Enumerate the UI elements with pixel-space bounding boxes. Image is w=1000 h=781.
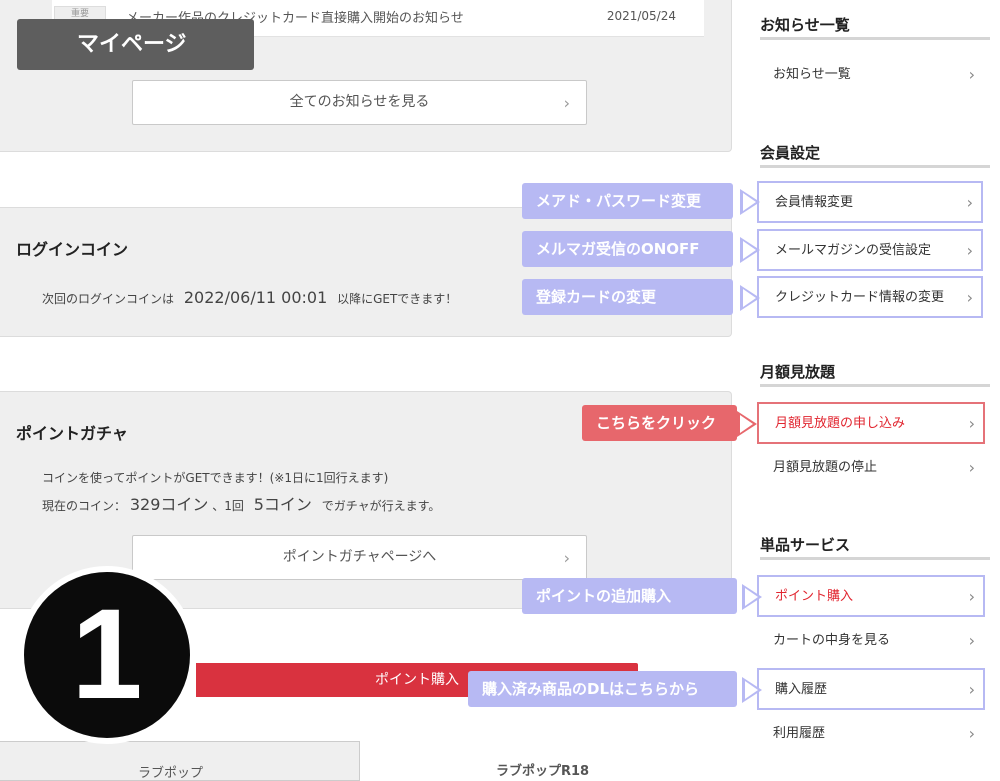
chevron-right-icon: › [968, 680, 975, 699]
mypage-banner: マイページ [17, 19, 254, 70]
chevron-right-icon: › [966, 288, 973, 307]
sidebar-item-news-list[interactable]: お知らせ一覧 › [757, 55, 983, 97]
callout-click-here: こちらをクリック [582, 405, 737, 441]
news-item-date: 2021/05/24 [606, 9, 676, 23]
chevron-right-icon: › [966, 241, 973, 260]
login-coin-info: 次回のログインコインは 2022/06/11 00:01 以降にGETできます！ [42, 288, 457, 307]
sidebar-item-label: お知らせ一覧 [773, 67, 851, 82]
sidebar-item-label: ポイント購入 [775, 589, 854, 604]
chevron-right-icon: › [563, 548, 570, 567]
gacha-coin-info: 現在のコイン： 329コイン 、1回 5コイン でガチャが行えます。 [42, 491, 440, 515]
gacha-description: コインを使ってポイントがGETできます！(※1日に1回行えます) [42, 471, 389, 485]
chevron-right-icon: › [968, 724, 975, 743]
callout-newsletter: メルマガ受信のONOFF [522, 231, 733, 267]
sidebar-item-label: クレジットカード情報の変更 [775, 290, 945, 305]
sidebar-item-newsletter[interactable]: メールマガジンの受信設定 › [757, 229, 983, 271]
sidebar-item-credit-card[interactable]: クレジットカード情報の変更 › [757, 276, 983, 318]
gacha-page-label: ポイントガチャページへ [282, 549, 437, 565]
login-coin-suffix: 以降にGETできます！ [337, 292, 458, 306]
sidebar-item-label: カートの中身を見る [773, 633, 891, 648]
chevron-right-icon: › [563, 93, 570, 112]
callout-arrow-icon [742, 584, 762, 610]
chevron-right-icon: › [968, 458, 975, 477]
sidebar-heading-single: 単品サービス [760, 534, 990, 560]
login-coin-panel: ログインコイン 次回のログインコインは 2022/06/11 00:01 以降に… [0, 207, 732, 337]
callout-arrow-icon [742, 677, 762, 703]
callout-email-password: メアド・パスワード変更 [522, 183, 733, 219]
all-news-label: 全てのお知らせを見る [289, 94, 430, 110]
sidebar-item-usage-history[interactable]: 利用履歴 › [757, 714, 983, 756]
callout-add-points: ポイントの追加購入 [522, 578, 737, 614]
sidebar-item-label: 購入履歴 [775, 682, 828, 697]
sidebar-item-point-purchase[interactable]: ポイント購入 › [757, 575, 985, 617]
step-number: 1 [71, 583, 143, 726]
tab-lovepop[interactable]: ラブポップ [0, 741, 360, 781]
callout-arrow-icon [737, 411, 757, 437]
coin-balance: 329コイン [129, 495, 209, 514]
chevron-right-icon: › [968, 65, 975, 84]
chevron-right-icon: › [968, 587, 975, 606]
chevron-right-icon: › [968, 414, 975, 433]
sidebar-item-member-info[interactable]: 会員情報変更 › [757, 181, 983, 223]
sidebar-item-label: 利用履歴 [773, 726, 826, 741]
login-coin-datetime: 2022/06/11 00:01 [183, 288, 328, 307]
sidebar-item-label: 月額見放題の申し込み [775, 416, 906, 431]
all-news-button[interactable]: 全てのお知らせを見る › [132, 80, 587, 125]
sidebar-item-label: 会員情報変更 [775, 195, 854, 210]
coin-suffix: でガチャが行えます。 [321, 499, 441, 513]
callout-arrow-icon [740, 237, 760, 263]
login-coin-title: ログインコイン [16, 240, 129, 259]
login-coin-prefix: 次回のログインコインは [42, 292, 175, 306]
sidebar-heading-news: お知らせ一覧 [760, 14, 990, 40]
coin-prefix: 現在のコイン： [42, 499, 127, 513]
sidebar-item-monthly-stop[interactable]: 月額見放題の停止 › [757, 448, 983, 490]
coin-cost: 5コイン [253, 495, 312, 514]
coin-separator: 、1回 [212, 499, 244, 513]
step-number-badge: 1 [18, 566, 196, 744]
tab-lovepop-label: ラブポップ [138, 766, 204, 781]
sidebar-item-label: メールマガジンの受信設定 [775, 243, 932, 258]
chevron-right-icon: › [968, 631, 975, 650]
callout-arrow-icon [740, 285, 760, 311]
gacha-page-button[interactable]: ポイントガチャページへ › [132, 535, 587, 580]
sidebar-heading-monthly: 月額見放題 [760, 361, 990, 387]
sidebar-item-cart[interactable]: カートの中身を見る › [757, 621, 983, 663]
sidebar-item-label: 月額見放題の停止 [773, 460, 878, 475]
sidebar-heading-member: 会員設定 [760, 142, 990, 168]
callout-card: 登録カードの変更 [522, 279, 733, 315]
callout-arrow-icon [740, 189, 760, 215]
tab-lovepop-r18[interactable]: ラブポップR18 [496, 760, 589, 779]
sidebar-item-monthly-subscribe[interactable]: 月額見放題の申し込み › [757, 402, 985, 444]
sidebar-item-purchase-history[interactable]: 購入履歴 › [757, 668, 985, 710]
callout-downloads: 購入済み商品のDLはこちらから [468, 671, 737, 707]
point-gacha-title: ポイントガチャ [16, 424, 128, 443]
chevron-right-icon: › [966, 193, 973, 212]
